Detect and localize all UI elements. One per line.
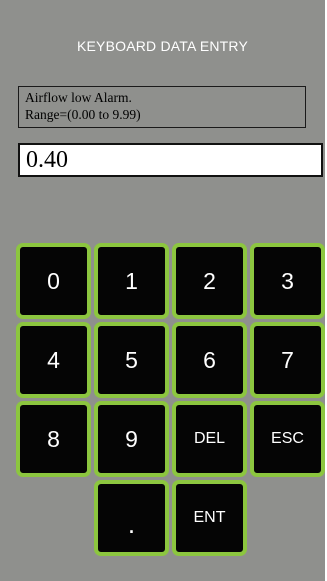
key-8[interactable]: 8: [16, 401, 91, 477]
key-6[interactable]: 6: [172, 322, 247, 398]
dialog-title: KEYBOARD DATA ENTRY: [76, 38, 249, 54]
key-9[interactable]: 9: [94, 401, 169, 477]
delete-button[interactable]: DEL: [172, 401, 247, 477]
value-input[interactable]: 0.40: [18, 143, 323, 177]
key-1[interactable]: 1: [94, 243, 169, 319]
key-5[interactable]: 5: [94, 322, 169, 398]
escape-button[interactable]: ESC: [250, 401, 325, 477]
key-3[interactable]: 3: [250, 243, 325, 319]
key-7[interactable]: 7: [250, 322, 325, 398]
prompt-label: Airflow low Alarm.: [25, 90, 132, 105]
key-4[interactable]: 4: [16, 322, 91, 398]
range-label: Range=(0.00 to 9.99): [25, 107, 141, 122]
key-0[interactable]: 0: [16, 243, 91, 319]
key-2[interactable]: 2: [172, 243, 247, 319]
prompt-box: Airflow low Alarm. Range=(0.00 to 9.99): [18, 86, 306, 128]
decimal-point-key[interactable]: .: [94, 480, 169, 556]
keyboard-entry-panel: KEYBOARD DATA ENTRY Airflow low Alarm. R…: [0, 0, 325, 581]
enter-button[interactable]: ENT: [172, 480, 247, 556]
